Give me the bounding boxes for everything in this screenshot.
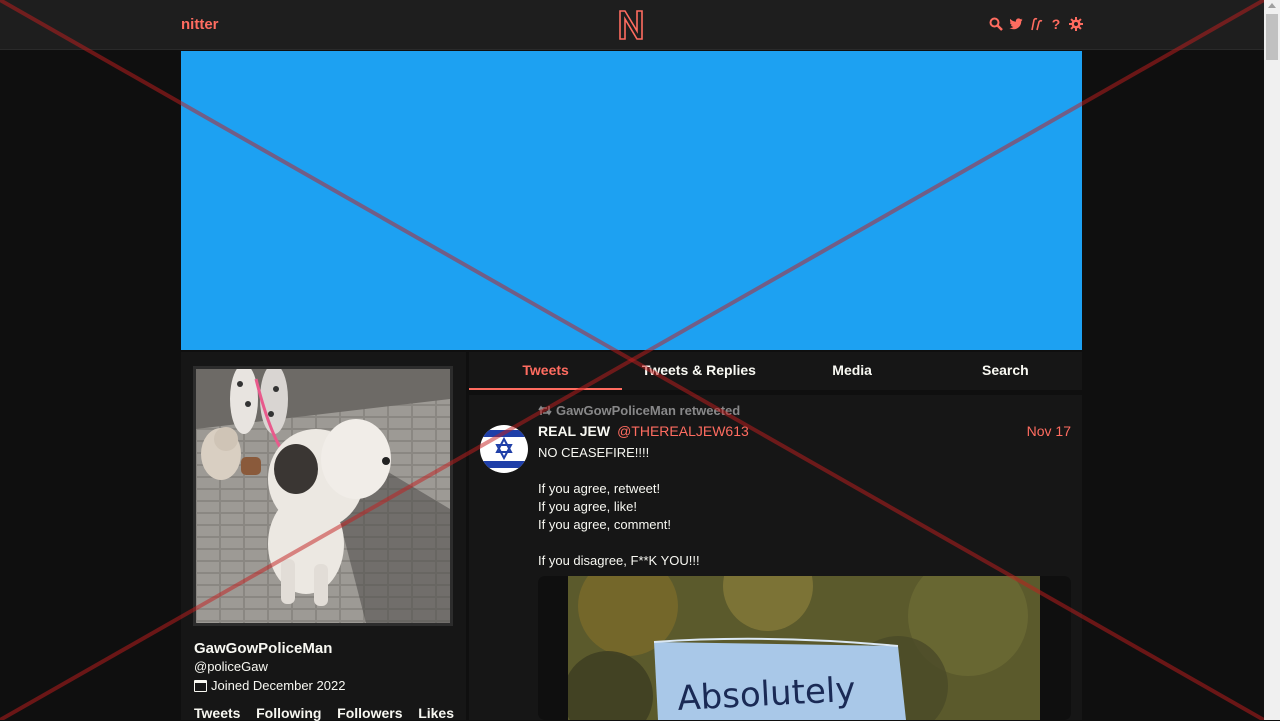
gear-icon[interactable]: [1069, 16, 1083, 32]
nav-brand-link[interactable]: nitter: [181, 16, 219, 33]
tab-media[interactable]: Media: [776, 352, 929, 390]
tweet-avatar[interactable]: [480, 425, 528, 473]
profile-username[interactable]: @policeGaw: [194, 659, 268, 674]
tweet-fullname[interactable]: REAL JEW: [538, 423, 610, 439]
tweet-line: If you agree, retweet!: [538, 481, 661, 496]
retweet-icon: [538, 405, 552, 416]
search-icon[interactable]: [989, 16, 1003, 32]
page-scrollbar[interactable]: [1264, 0, 1280, 720]
calendar-icon: [194, 679, 207, 692]
tweet-media[interactable]: Absolutely: [538, 576, 1071, 720]
retweet-header: GawGowPoliceMan retweeted: [538, 403, 740, 418]
nitter-logo[interactable]: [617, 9, 645, 41]
scroll-thumb[interactable]: [1266, 14, 1278, 60]
tweet-media-image: Absolutely: [568, 576, 1040, 720]
profile-stats: Tweets Following Followers Likes: [194, 705, 454, 721]
stat-tweets: Tweets: [194, 705, 241, 721]
profile-joined-text: Joined December 2022: [211, 678, 346, 693]
tweet-line: If you agree, comment!: [538, 517, 671, 532]
help-icon[interactable]: ?: [1049, 16, 1063, 32]
twitter-bird-icon[interactable]: [1009, 16, 1023, 32]
profile-avatar[interactable]: [193, 366, 453, 626]
tweet-content: NO CEASEFIRE!!!! If you agree, retweet! …: [538, 444, 1071, 570]
tab-tweets-replies[interactable]: Tweets & Replies: [622, 352, 775, 390]
profile-card: GawGowPoliceMan @policeGaw Joined Decemb…: [181, 352, 466, 721]
profile-joined: Joined December 2022: [194, 678, 345, 693]
stat-following[interactable]: Following: [256, 705, 321, 721]
tweet-date[interactable]: Nov 17: [1027, 423, 1071, 439]
stat-followers[interactable]: Followers: [337, 705, 402, 721]
scroll-up-arrow[interactable]: [1268, 3, 1276, 8]
stat-likes: Likes: [418, 705, 454, 721]
rss-icon[interactable]: [1029, 16, 1043, 32]
tweet-username[interactable]: @THEREALJEW613: [617, 423, 749, 439]
tab-search[interactable]: Search: [929, 352, 1082, 390]
retweet-header-text[interactable]: GawGowPoliceMan retweeted: [556, 403, 740, 418]
tweet-line: If you disagree, F**K YOU!!!: [538, 553, 700, 568]
navbar: nitter ?: [0, 0, 1264, 50]
tweet-line: NO CEASEFIRE!!!!: [538, 445, 650, 460]
tweet-header: REAL JEW @THEREALJEW613 Nov 17: [538, 423, 1071, 439]
profile-banner[interactable]: [181, 51, 1082, 350]
tab-tweets[interactable]: Tweets: [469, 352, 623, 390]
profile-fullname[interactable]: GawGowPoliceMan: [194, 640, 332, 657]
nav-icons: ?: [989, 16, 1083, 32]
israel-flag-icon: [480, 425, 528, 473]
timeline-tabs: Tweets Tweets & Replies Media Search: [469, 352, 1082, 390]
tweet-line: If you agree, like!: [538, 499, 637, 514]
dog-photo: [196, 369, 450, 623]
timeline: GawGowPoliceMan retweeted REAL JEW @THER…: [469, 395, 1082, 720]
